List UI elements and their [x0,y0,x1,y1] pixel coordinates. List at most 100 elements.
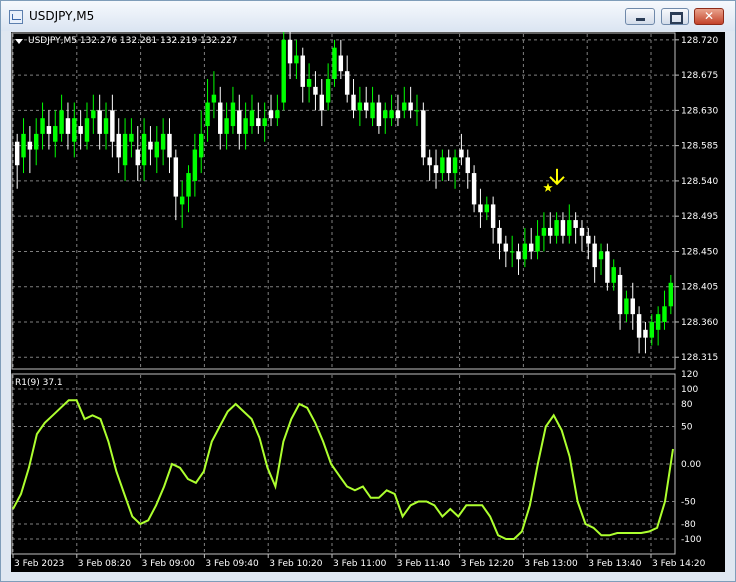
candle-body [465,157,470,174]
candle-body [440,157,445,174]
candle-body [363,102,369,111]
minimize-icon [636,18,645,21]
time-tick-label: 3 Feb 11:00 [333,559,387,569]
candle-body [59,110,64,134]
candle-body [14,141,20,166]
star-icon [543,182,553,192]
candle-body [655,314,661,330]
candle-body [154,141,160,158]
minimize-button[interactable] [625,8,655,25]
candle-body [478,204,483,213]
candle-body [218,102,223,134]
candle-body [72,118,77,142]
maximize-button[interactable] [661,8,689,25]
oscillator-tick-label: -100 [681,535,702,545]
candle-body [97,110,102,134]
candle-body [516,251,521,260]
candle-body [624,298,629,315]
candle-body [528,243,534,252]
candle-body [497,227,502,244]
candle-body [211,94,217,103]
time-tick-label: 3 Feb 2023 [14,559,64,569]
candle-body [141,133,147,166]
candle-body [294,55,299,64]
candle-body [135,149,140,166]
candle-body [148,141,153,150]
title-bar[interactable]: USDJPY,M5 ✕ [1,1,735,31]
candle-body [116,133,121,158]
candle-body [376,102,382,127]
candle-body [268,110,274,119]
candle-body [383,110,388,119]
price-tick-label: 128.585 [681,142,718,152]
time-tick-label: 3 Feb 12:20 [461,559,515,569]
candle-body [351,94,356,111]
candle-body [509,251,515,253]
candle-body [668,282,674,307]
oscillator-line [12,399,674,540]
price-tick-label: 128.720 [681,36,718,46]
candle-body [91,110,96,119]
price-tick-label: 128.315 [681,353,718,363]
price-tick-label: 128.630 [681,106,718,116]
oscillator-tick-label: 120 [681,370,698,380]
time-tick-label: 3 Feb 13:00 [524,559,578,569]
window-title: USDJPY,M5 [29,9,95,23]
candle-body [160,133,166,150]
candle-body [65,118,71,134]
candle-body [611,267,616,283]
candle-body [167,133,172,158]
triangle-down-icon[interactable] [14,36,24,46]
oscillator-tick-label: 80 [681,400,693,410]
candle-body [548,227,553,236]
oscillator-tick-label: 50 [681,423,693,433]
price-tick-label: 128.405 [681,283,718,293]
candle-body [319,94,325,111]
candle-body [541,227,547,236]
candle-body [605,251,610,283]
candle-body [560,220,566,236]
candle-body [179,196,185,205]
candle-body [129,133,134,142]
candle-body [306,79,312,87]
price-tick-label: 128.360 [681,318,718,328]
candle-body [344,71,350,95]
candle-body [275,110,280,119]
time-tick-label: 3 Feb 09:40 [205,559,259,569]
candle-body [408,102,413,111]
close-icon: ✕ [703,9,715,23]
chart-area[interactable]: 128.720 128.675 128.630 128.585 128.540 128.4… [11,32,725,572]
candle-body [573,220,578,228]
candle-body [122,133,128,166]
price-tick-label: 128.450 [681,247,718,257]
candle-body [427,157,432,166]
candle-body [230,102,236,127]
chart-window: USDJPY,M5 ✕ 128.720 128.675 128.630 128.585… [0,0,736,582]
candle-body [503,243,509,252]
price-panel-border [11,32,676,370]
candle-body [287,39,293,64]
candle-body [617,274,623,315]
price-chart[interactable]: 128.720 128.675 128.630 128.585 128.540 128.4… [11,32,725,572]
candle-body [110,110,115,142]
candle-body [484,204,490,213]
candle-body [338,55,344,72]
close-button[interactable]: ✕ [694,8,724,25]
maximize-icon [670,12,683,24]
candle-body [459,149,464,158]
candle-body [586,235,591,244]
candle-body [84,118,90,142]
price-tick-label: 128.675 [681,71,718,81]
candle-body [471,173,477,205]
candle-body [281,39,286,103]
candle-body [452,157,458,174]
oscillator-tick-label: -50 [681,498,696,508]
candle-body [249,110,255,127]
candle-body [421,110,426,158]
candle-body [198,133,204,158]
candle-body [40,118,45,134]
oscillator-tick-label: 100 [681,385,698,395]
candle-body [598,251,604,260]
candle-body [205,102,210,127]
symbol-info: USDJPY,M5 132.276 132.281 132.219 132.22… [28,36,238,46]
